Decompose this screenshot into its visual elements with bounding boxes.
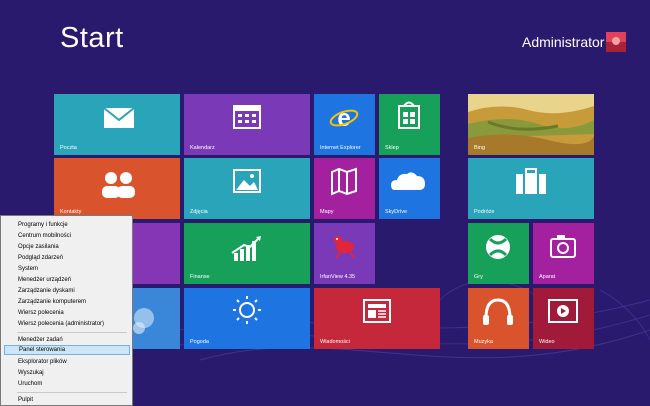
tile-label: Sklep <box>385 145 399 151</box>
tile-label: SkyDrive <box>385 209 408 215</box>
tile-sklep[interactable]: Sklep <box>379 94 440 155</box>
tile-label: Kalendarz <box>190 145 215 151</box>
tile-label: Poczta <box>60 145 77 151</box>
menu-item-eksplorator-plikow[interactable]: Eksplorator plików <box>4 357 130 367</box>
tile-wideo[interactable]: Wideo <box>533 288 594 349</box>
tile-internet-explorer[interactable]: e Internet Explorer <box>314 94 375 155</box>
tile-aparat[interactable]: Aparat <box>533 223 594 284</box>
menu-item-zarzadzanie-komputerem[interactable]: Zarządzanie komputerem <box>4 297 130 307</box>
tile-wiadomosci[interactable]: Wiadomości <box>314 288 440 349</box>
tile-kontakty[interactable]: Kontakty <box>54 158 180 219</box>
menu-item-podglad-zdarzen[interactable]: Podgląd zdarzeń <box>4 253 130 263</box>
menu-item-wiersz-polecenia-admin[interactable]: Wiersz polecenia (administrator) <box>4 319 130 329</box>
menu-item-programy-i-funkcje[interactable]: Programy i funkcje <box>4 220 130 230</box>
landscape-image <box>468 94 594 155</box>
tile-label: Bing <box>474 145 486 151</box>
tile-label: Aparat <box>539 274 556 280</box>
tile-label: Pogoda <box>190 339 209 345</box>
tile-mapy[interactable]: Mapy <box>314 158 375 219</box>
user-name[interactable]: Administrator <box>522 34 604 50</box>
tile-label: Internet Explorer <box>320 145 361 151</box>
tile-zdjecia[interactable]: Zdjęcia <box>184 158 310 219</box>
menu-item-panel-sterowania[interactable]: Panel sterowania <box>4 345 130 355</box>
menu-item-zarzadzanie-dyskami[interactable]: Zarządzanie dyskami <box>4 286 130 296</box>
tile-muzyka[interactable]: Muzyka <box>468 288 529 349</box>
tile-label: IrfanView 4.35 <box>320 274 356 280</box>
menu-item-menedzer-zadan[interactable]: Menedżer zadań <box>4 335 130 345</box>
menu-item-wyszukaj[interactable]: Wyszukaj <box>4 368 130 378</box>
tile-label: Podróże <box>474 209 495 215</box>
tile-label: Wideo <box>539 339 555 345</box>
tile-pogoda[interactable]: Pogoda <box>184 288 310 349</box>
menu-item-system[interactable]: System <box>4 264 130 274</box>
tile-bing[interactable]: Bing <box>468 94 594 155</box>
user-avatar[interactable] <box>606 32 626 52</box>
svg-text:e: e <box>337 105 350 132</box>
tile-label: Mapy <box>320 209 334 215</box>
menu-item-uruchom[interactable]: Uruchom <box>4 379 130 389</box>
menu-item-pulpit[interactable]: Pulpit <box>4 395 130 405</box>
menu-item-menedzer-urzadzen[interactable]: Menedżer urządzeń <box>4 275 130 285</box>
menu-item-opcje-zasilania[interactable]: Opcje zasilania <box>4 242 130 252</box>
tile-irfanview[interactable]: IrfanView 4.35 <box>314 223 375 284</box>
tile-finanse[interactable]: Finanse <box>184 223 310 284</box>
tile-label: Finanse <box>190 274 210 280</box>
tile-label: Zdjęcia <box>190 209 208 215</box>
menu-separator <box>17 392 127 393</box>
menu-separator <box>17 332 127 333</box>
menu-item-centrum-mobilnosci[interactable]: Centrum mobilności <box>4 231 130 241</box>
tile-gry[interactable]: Gry <box>468 223 529 284</box>
tile-poczta[interactable]: Poczta <box>54 94 180 155</box>
quick-link-menu: Programy i funkcje Centrum mobilności Op… <box>0 215 133 406</box>
tile-kalendarz[interactable]: Kalendarz <box>184 94 310 155</box>
tile-label: Muzyka <box>474 339 493 345</box>
tile-label: Gry <box>474 274 483 280</box>
tile-label: Wiadomości <box>320 339 350 345</box>
menu-item-wiersz-polecenia[interactable]: Wiersz polecenia <box>4 308 130 318</box>
tile-skydrive[interactable]: SkyDrive <box>379 158 440 219</box>
start-title: Start <box>60 22 124 54</box>
tile-podroze[interactable]: Podróże <box>468 158 594 219</box>
